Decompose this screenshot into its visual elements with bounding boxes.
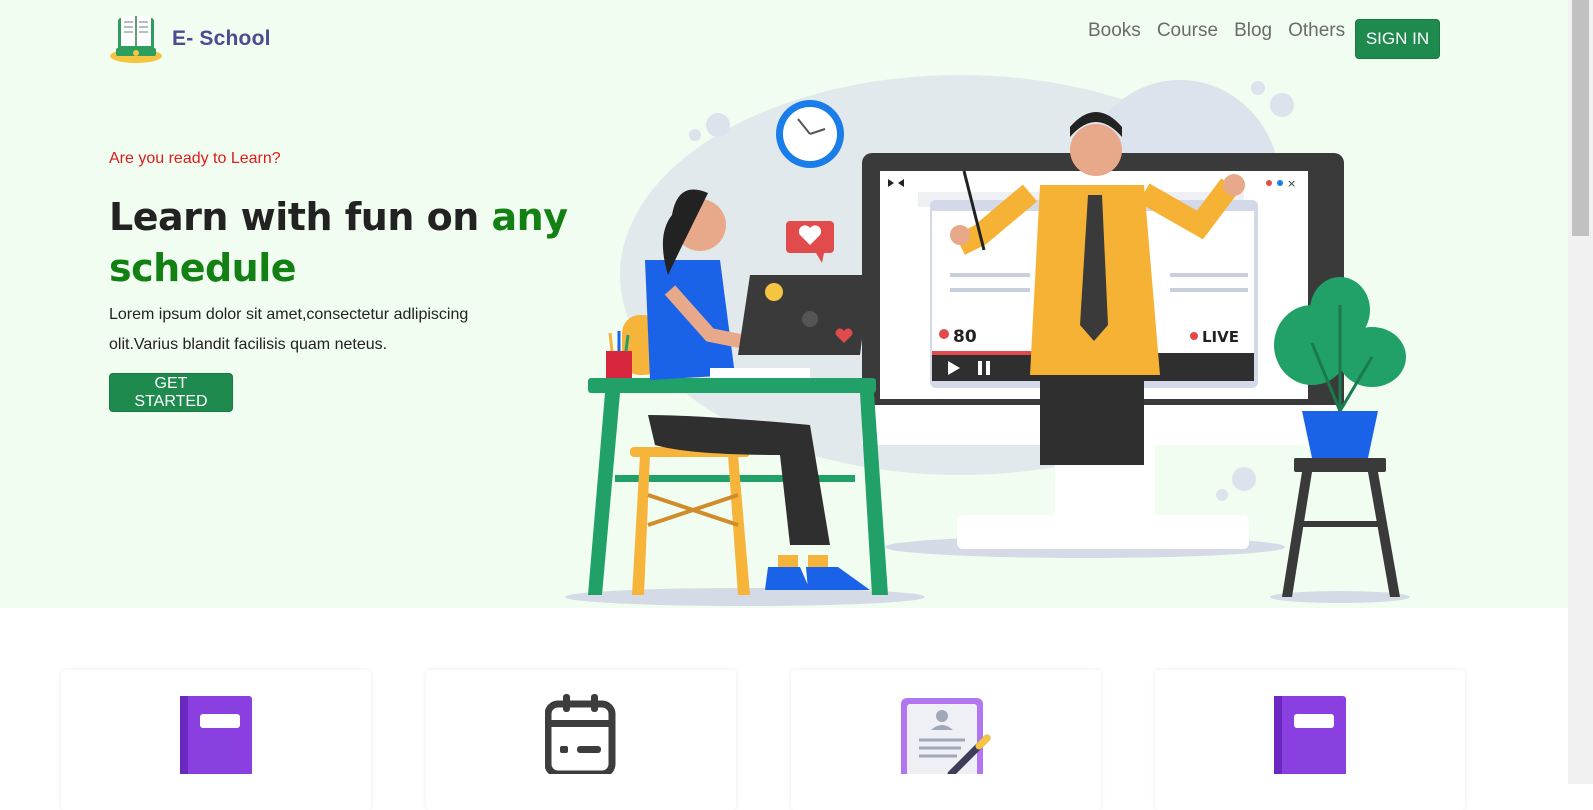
purple-book-icon (1274, 696, 1346, 774)
svg-text:×: × (1287, 177, 1296, 190)
scrollbar-thumb[interactable] (1572, 0, 1589, 236)
calendar-icon (545, 694, 616, 774)
hero-illustration: × 80 LIVE (565, 75, 1410, 606)
main-nav: Books Course Blog Others (1088, 20, 1361, 42)
get-started-button[interactable]: GET STARTED (109, 373, 233, 412)
pencil-cup (606, 331, 632, 378)
feature-card-1[interactable] (61, 670, 371, 810)
hero-headline: Learn with fun on any schedule (109, 192, 579, 294)
document-pen-icon (901, 698, 991, 774)
feature-card-2[interactable] (426, 670, 736, 810)
clock-icon (776, 100, 844, 168)
brand-logo[interactable]: E- School (108, 12, 271, 66)
live-label: LIVE (1202, 328, 1239, 346)
nav-item-books[interactable]: Books (1088, 20, 1141, 42)
hero-tagline: Are you ready to Learn? (109, 150, 281, 167)
signin-button[interactable]: SIGN IN (1355, 19, 1440, 59)
nav-item-others[interactable]: Others (1288, 20, 1345, 42)
viewer-count: 80 (953, 327, 977, 347)
viewer-icon (939, 329, 949, 339)
book-stand-icon (110, 16, 162, 63)
headline-main: Learn with fun on (109, 195, 492, 239)
purple-book-icon (180, 696, 252, 774)
feature-card-4[interactable] (1155, 670, 1465, 810)
feature-card-3[interactable] (791, 670, 1101, 810)
hero-description: Lorem ipsum dolor sit amet,consectetur a… (109, 306, 469, 353)
brand-name: E- School (172, 27, 271, 50)
nav-item-course[interactable]: Course (1157, 20, 1218, 42)
nav-item-blog[interactable]: Blog (1234, 20, 1272, 42)
live-dot-icon (1190, 332, 1198, 340)
